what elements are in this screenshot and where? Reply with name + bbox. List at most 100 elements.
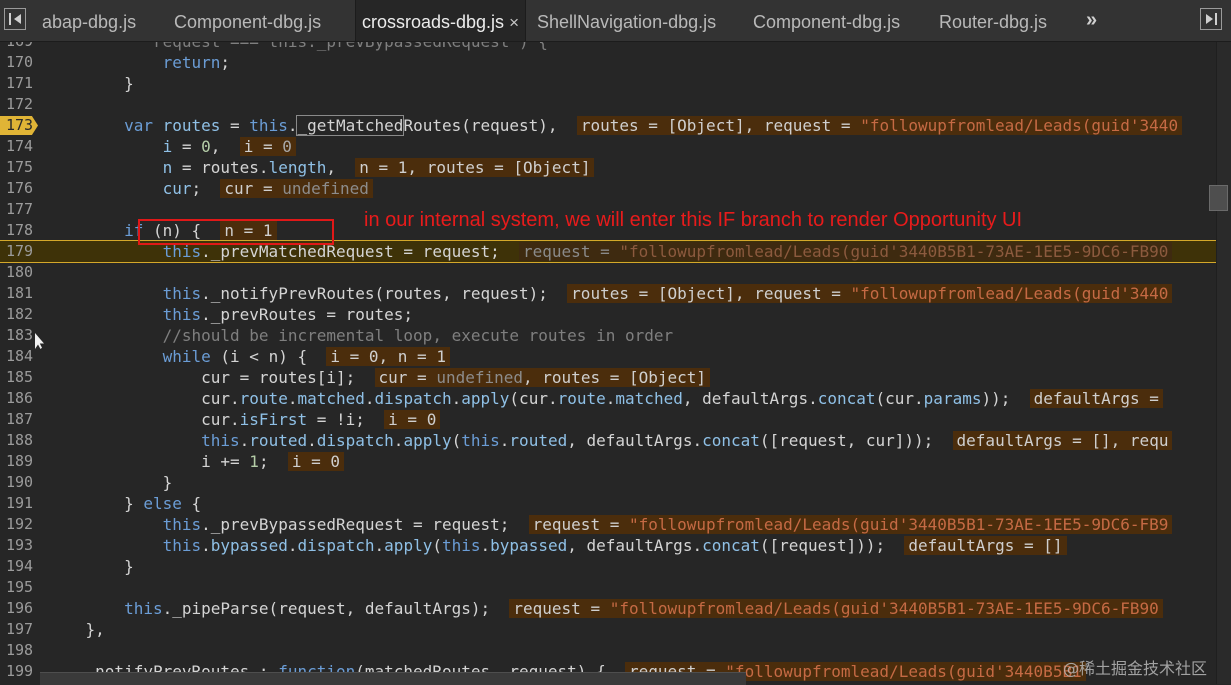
line-number[interactable]: 195	[6, 577, 33, 598]
line-number[interactable]: 172	[6, 94, 33, 115]
code-line[interactable]: 186 cur.route.matched.dispatch.apply(cur…	[0, 388, 1216, 409]
code-token: {	[181, 494, 202, 513]
code-line[interactable]: 192 this._prevBypassedRequest = request;…	[0, 514, 1216, 535]
vertical-scrollbar-thumb[interactable]	[1209, 185, 1228, 211]
line-number[interactable]: 171	[6, 73, 33, 94]
scroll-tabs-left-button[interactable]	[4, 8, 26, 30]
line-number[interactable]: 190	[6, 472, 33, 493]
code-line[interactable]: 188 this.routed.dispatch.apply(this.rout…	[0, 430, 1216, 451]
line-number[interactable]: 188	[6, 430, 33, 451]
line-number[interactable]: 169	[6, 42, 33, 52]
inline-value-badge[interactable]: i = 0, n = 1	[326, 347, 450, 366]
code-line[interactable]: 182 this._prevRoutes = routes;	[0, 304, 1216, 325]
code-line[interactable]: 187 cur.isFirst = !i; i = 0	[0, 409, 1216, 430]
code-line[interactable]: 184 while (i < n) { i = 0, n = 1	[0, 346, 1216, 367]
inline-value-badge[interactable]: request = "followupfromlead/Leads(guid'3…	[509, 599, 1163, 618]
code-line[interactable]: 174 i = 0, i = 0	[0, 136, 1216, 157]
scroll-tabs-right-button[interactable]	[1200, 8, 1222, 30]
code-line[interactable]: 173 var routes = this._getMatchedRoutes(…	[0, 115, 1216, 136]
inline-value-badge[interactable]: defaultArgs = []	[904, 536, 1067, 555]
code-line[interactable]: 175 n = routes.length, n = 1, routes = […	[0, 157, 1216, 178]
code-line[interactable]: 191 } else {	[0, 493, 1216, 514]
line-number[interactable]: 185	[6, 367, 33, 388]
line-number[interactable]: 186	[6, 388, 33, 409]
inline-value-badge[interactable]: i = 0	[239, 137, 296, 156]
inline-value-badge[interactable]: request = "followupfromlead/Leads(guid'3…	[519, 242, 1173, 261]
code-line[interactable]: 170 return;	[0, 52, 1216, 73]
code-token: }	[47, 74, 134, 93]
code-line[interactable]: 189 i += 1; i = 0	[0, 451, 1216, 472]
line-number[interactable]: 178	[6, 220, 33, 241]
vertical-scrollbar[interactable]	[1216, 42, 1231, 684]
inline-value-badge[interactable]: request = "followupfromlead/Leads(guid'3…	[528, 515, 1173, 534]
line-number[interactable]: 182	[6, 304, 33, 325]
line-number[interactable]: 179	[6, 241, 33, 262]
code-line[interactable]: 169 'request === this._prevBypassedReque…	[0, 42, 1216, 52]
tab-component-dbg[interactable]: Component-dbg.js	[174, 0, 321, 41]
line-number[interactable]: 197	[6, 619, 33, 640]
line-number[interactable]: 194	[6, 556, 33, 577]
line-number[interactable]: 196	[6, 598, 33, 619]
tab-crossroads-dbg[interactable]: crossroads-dbg.js ×	[355, 0, 526, 41]
tab-router-dbg[interactable]: Router-dbg.js	[939, 0, 1047, 41]
inline-value-badge[interactable]: routes = [Object], request = "followupfr…	[576, 116, 1183, 135]
code-token: this	[47, 599, 163, 618]
watermark: @稀土掘金技术社区	[1063, 659, 1208, 678]
code-line[interactable]: 172	[0, 94, 1216, 115]
inline-value-badge[interactable]: routes = [Object], request = "followupfr…	[567, 284, 1173, 303]
code-line[interactable]: 193 this.bypassed.dispatch.apply(this.by…	[0, 535, 1216, 556]
code-line[interactable]: 176 cur; cur = undefined	[0, 178, 1216, 199]
inline-value-badge[interactable]: cur = undefined, routes = [Object]	[374, 368, 711, 387]
line-number[interactable]: 181	[6, 283, 33, 304]
tab-shellnavigation-dbg[interactable]: ShellNavigation-dbg.js	[537, 0, 716, 41]
code-line[interactable]: 197 },	[0, 619, 1216, 640]
code-line[interactable]: 183 //should be incremental loop, execut…	[0, 325, 1216, 346]
line-number[interactable]: 187	[6, 409, 33, 430]
inline-value-badge[interactable]: n = 1, routes = [Object]	[355, 158, 595, 177]
close-tab-icon[interactable]: ×	[509, 13, 519, 32]
code-token: ._pipeParse(request, defaultArgs);	[162, 599, 510, 618]
tab-label: Component-dbg.js	[174, 12, 322, 32]
code-line[interactable]: 198	[0, 640, 1216, 661]
line-number[interactable]: 198	[6, 640, 33, 661]
annotation-highlight-box	[138, 219, 334, 245]
tab-abap-dbg[interactable]: abap-dbg.js	[42, 0, 136, 41]
inline-value-text: i = 0	[388, 410, 437, 429]
code-line[interactable]: 185 cur = routes[i]; cur = undefined, ro…	[0, 367, 1216, 388]
line-number[interactable]: 177	[6, 199, 33, 220]
line-number[interactable]: 180	[6, 262, 33, 283]
inline-value-badge[interactable]: defaultArgs = [], requ	[952, 431, 1173, 450]
annotation-text: in our internal system, we will enter th…	[364, 209, 1023, 231]
code-line[interactable]: 181 this._notifyPrevRoutes(routes, reque…	[0, 283, 1216, 304]
inline-value-badge[interactable]: i = 0	[287, 452, 345, 471]
code-token: .	[374, 536, 385, 555]
code-line[interactable]: 171 }	[0, 73, 1216, 94]
horizontal-scrollbar-thumb[interactable]	[40, 672, 746, 685]
line-number[interactable]: 174	[6, 136, 33, 157]
code-token: this	[47, 536, 202, 555]
inline-value-badge[interactable]: defaultArgs =	[1029, 389, 1163, 408]
inline-value-badge[interactable]: i = 0	[384, 410, 441, 429]
line-number[interactable]: 173	[6, 115, 33, 136]
line-number[interactable]: 183	[6, 325, 33, 346]
line-number[interactable]: 192	[6, 514, 33, 535]
line-number[interactable]: 170	[6, 52, 33, 73]
line-number[interactable]: 193	[6, 535, 33, 556]
code-line[interactable]: 180	[0, 262, 1216, 283]
code-line[interactable]: 190 }	[0, 472, 1216, 493]
line-number[interactable]: 199	[6, 661, 33, 682]
code-token: 0	[201, 137, 211, 156]
code-token: =	[172, 137, 202, 156]
line-number[interactable]: 175	[6, 157, 33, 178]
inline-value-badge[interactable]: cur = undefined	[220, 179, 373, 198]
line-number[interactable]: 184	[6, 346, 33, 367]
code-editor[interactable]: 169 'request === this._prevBypassedReque…	[0, 42, 1216, 684]
code-line[interactable]: 196 this._pipeParse(request, defaultArgs…	[0, 598, 1216, 619]
line-number[interactable]: 189	[6, 451, 33, 472]
tab-component-dbg-2[interactable]: Component-dbg.js	[753, 0, 900, 41]
more-tabs-icon[interactable]: »	[1086, 0, 1097, 41]
line-number[interactable]: 191	[6, 493, 33, 514]
code-line[interactable]: 195	[0, 577, 1216, 598]
line-number[interactable]: 176	[6, 178, 33, 199]
code-line[interactable]: 194 }	[0, 556, 1216, 577]
